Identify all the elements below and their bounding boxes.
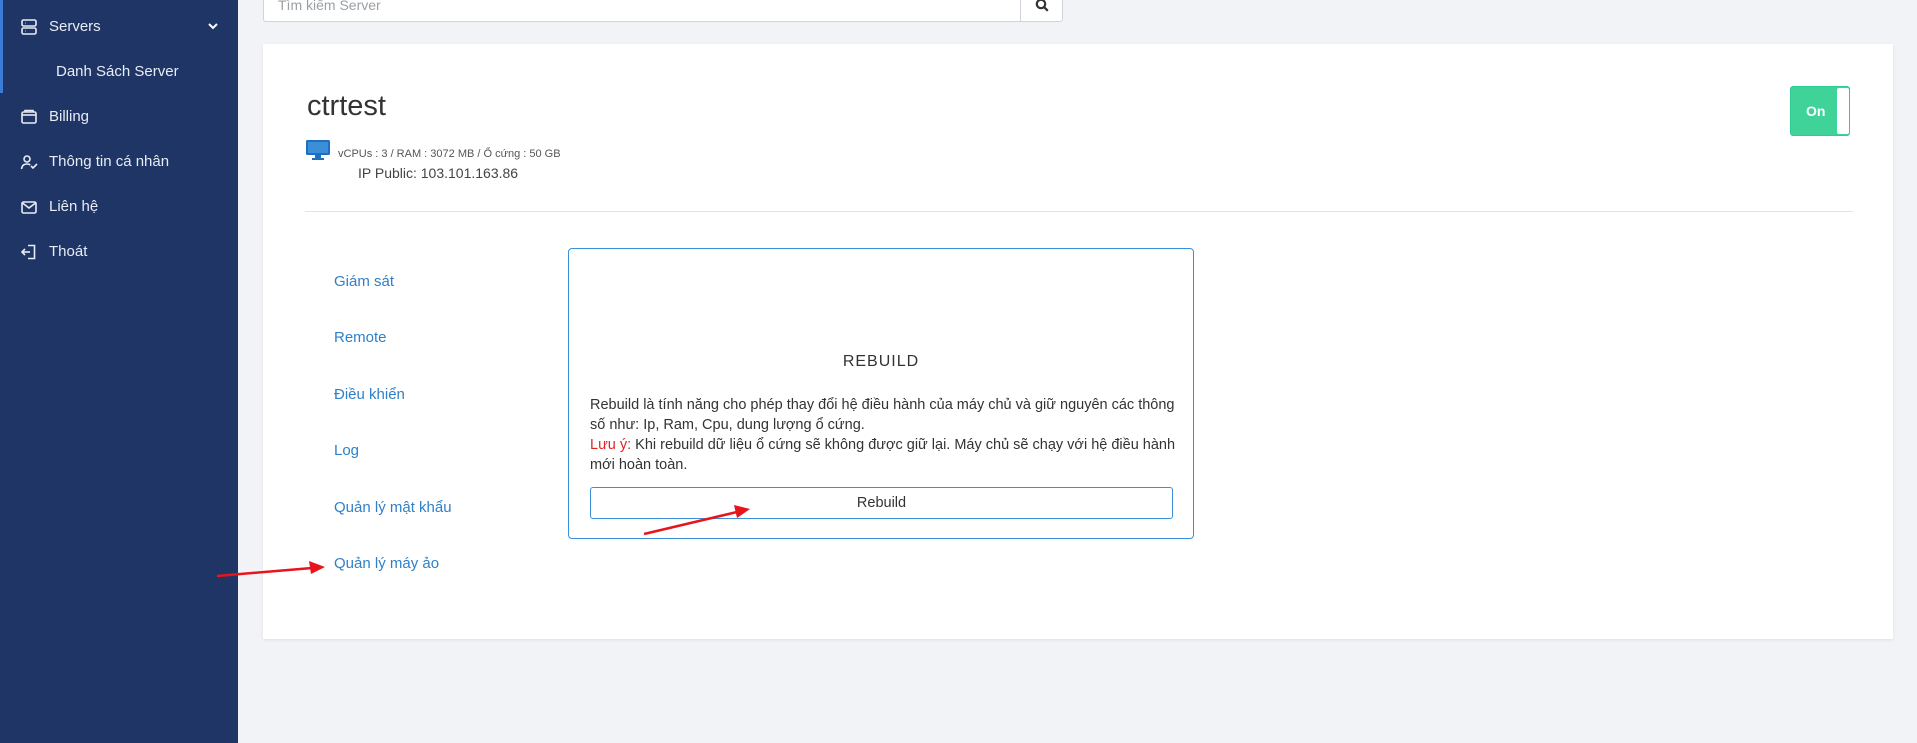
menu-password-management[interactable]: Quản lý mật khẩu xyxy=(334,499,452,516)
server-name: ctrtest xyxy=(307,90,386,122)
search-icon xyxy=(1035,0,1049,12)
monitor-icon xyxy=(306,140,330,160)
sidebar-item-servers[interactable]: Servers xyxy=(0,4,238,49)
rebuild-warning: Lưu ý: Khi rebuild dữ liệu ổ cứng sẽ khô… xyxy=(590,435,1180,475)
warning-label: Lưu ý: xyxy=(590,437,632,453)
search-button[interactable] xyxy=(1020,0,1063,22)
server-ip: IP Public: 103.101.163.86 xyxy=(358,165,519,181)
rebuild-description-text: Rebuild là tính năng cho phép thay đổi h… xyxy=(590,397,1175,433)
sidebar-item-logout[interactable]: Thoát xyxy=(0,229,238,274)
server-detail-card: ctrtest vCPUs : 3 / RAM : 3072 MB / Ổ cứ… xyxy=(263,44,1893,639)
logout-icon xyxy=(20,243,38,261)
warning-text: Khi rebuild dữ liệu ổ cứng sẽ không được… xyxy=(590,437,1176,473)
menu-control[interactable]: Điều khiển xyxy=(334,386,405,403)
server-icon xyxy=(20,18,38,36)
sidebar-item-billing[interactable]: Billing xyxy=(0,94,238,139)
menu-log[interactable]: Log xyxy=(334,442,359,459)
rebuild-button[interactable]: Rebuild xyxy=(590,487,1173,519)
rebuild-description: Rebuild là tính năng cho phép thay đổi h… xyxy=(590,395,1180,475)
power-toggle[interactable]: On xyxy=(1790,86,1850,136)
sidebar: Servers Danh Sách Server Billing Thông t… xyxy=(0,0,238,743)
power-state-label: On xyxy=(1806,103,1826,119)
sidebar-item-label: Thoát xyxy=(49,243,88,260)
search-input[interactable] xyxy=(263,0,1020,22)
divider xyxy=(305,211,1853,212)
wallet-icon xyxy=(20,108,38,126)
user-check-icon xyxy=(20,153,38,171)
sidebar-item-server-list[interactable]: Danh Sách Server xyxy=(0,49,238,94)
server-specs: vCPUs : 3 / RAM : 3072 MB / Ổ cứng : 50 … xyxy=(338,148,561,160)
rebuild-title: REBUILD xyxy=(842,353,920,370)
rebuild-panel: REBUILD Rebuild là tính năng cho phép th… xyxy=(568,248,1194,539)
menu-vm-management[interactable]: Quản lý máy ảo xyxy=(334,555,439,572)
sidebar-item-label: Servers xyxy=(49,18,101,35)
menu-monitoring[interactable]: Giám sát xyxy=(334,273,394,290)
chevron-down-icon[interactable] xyxy=(206,19,220,33)
toggle-knob xyxy=(1837,88,1849,134)
sidebar-item-label: Liên hệ xyxy=(49,198,99,215)
sidebar-item-label: Billing xyxy=(49,108,90,125)
mail-icon xyxy=(20,198,38,216)
sidebar-item-label: Danh Sách Server xyxy=(56,63,179,80)
sidebar-item-label: Thông tin cá nhân xyxy=(49,153,170,170)
server-search xyxy=(263,0,1063,22)
sidebar-item-profile[interactable]: Thông tin cá nhân xyxy=(0,139,238,184)
sidebar-item-contact[interactable]: Liên hệ xyxy=(0,184,238,229)
menu-remote[interactable]: Remote xyxy=(334,329,387,346)
